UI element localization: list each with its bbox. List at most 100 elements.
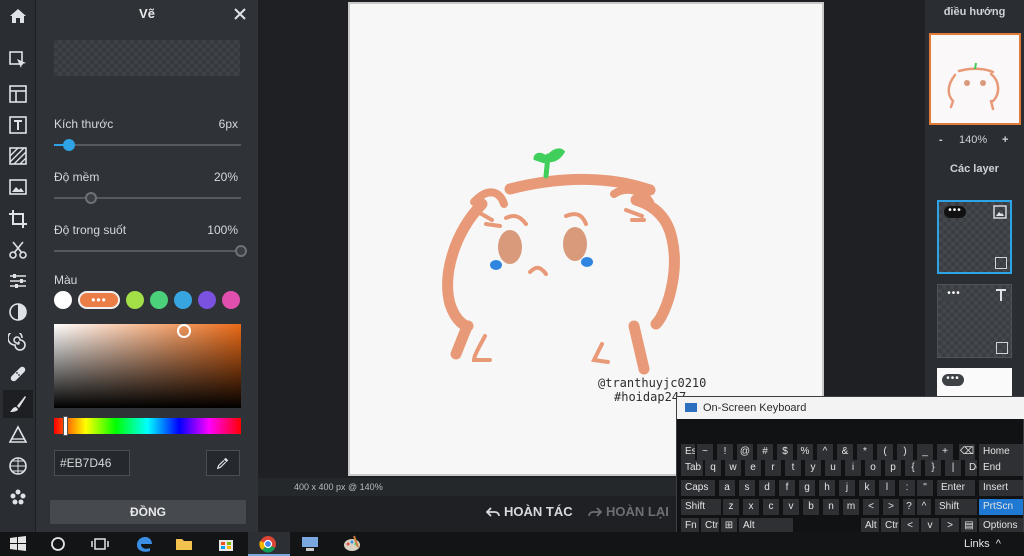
hex-color-input[interactable] bbox=[54, 450, 130, 476]
size-slider[interactable] bbox=[54, 139, 241, 151]
windows-start-icon[interactable] bbox=[8, 535, 28, 553]
keyboard-key[interactable]: } bbox=[925, 460, 941, 476]
layer-menu-button[interactable]: ••• bbox=[943, 289, 965, 301]
eyedropper-icon[interactable] bbox=[206, 450, 240, 476]
color-swatch[interactable] bbox=[150, 291, 168, 309]
layer-visibility-checkbox[interactable] bbox=[995, 257, 1007, 269]
keyboard-key[interactable]: s bbox=[739, 480, 755, 496]
keyboard-key[interactable]: v bbox=[783, 499, 799, 515]
file-explorer-icon[interactable] bbox=[174, 535, 194, 553]
keyboard-key[interactable]: j bbox=[839, 480, 855, 496]
keyboard-key[interactable]: Del bbox=[965, 460, 977, 476]
paint-palette-icon[interactable] bbox=[342, 535, 362, 553]
keyboard-key[interactable]: c bbox=[763, 499, 779, 515]
keyboard-key[interactable]: | bbox=[945, 460, 961, 476]
keyboard-key[interactable]: x bbox=[743, 499, 759, 515]
keyboard-key[interactable]: Tab bbox=[681, 460, 703, 476]
keyboard-key[interactable]: g bbox=[799, 480, 815, 496]
keyboard-key[interactable]: Home bbox=[979, 444, 1023, 460]
search-circle-icon[interactable] bbox=[48, 535, 68, 553]
keyboard-key[interactable]: & bbox=[837, 444, 853, 460]
softness-slider[interactable] bbox=[54, 192, 241, 204]
color-swatch[interactable] bbox=[222, 291, 240, 309]
keyboard-key[interactable]: ~ bbox=[697, 444, 713, 460]
keyboard-key[interactable]: ^ bbox=[817, 444, 833, 460]
keyboard-key[interactable]: y bbox=[805, 460, 821, 476]
keyboard-key[interactable]: > bbox=[883, 499, 899, 515]
opacity-slider[interactable] bbox=[54, 245, 247, 257]
keyboard-key[interactable]: o bbox=[865, 460, 881, 476]
keyboard-key[interactable]: b bbox=[803, 499, 819, 515]
layer-menu-button[interactable]: ••• bbox=[942, 374, 964, 386]
cutout-scissors-icon[interactable] bbox=[3, 236, 33, 264]
heal-bandage-icon[interactable] bbox=[3, 360, 33, 388]
task-view-icon[interactable] bbox=[90, 535, 110, 553]
keyboard-key[interactable]: < bbox=[863, 499, 879, 515]
layout-icon[interactable] bbox=[3, 80, 33, 108]
keyboard-key[interactable]: : bbox=[899, 480, 915, 496]
keyboard-key[interactable]: PrtScn bbox=[979, 499, 1023, 515]
keyboard-key[interactable]: Caps bbox=[681, 480, 715, 496]
computer-monitor-icon[interactable] bbox=[300, 535, 320, 553]
chevron-up-icon[interactable]: ^ bbox=[993, 538, 1001, 550]
keyboard-key[interactable]: " bbox=[917, 480, 933, 496]
keyboard-key[interactable]: # bbox=[757, 444, 773, 460]
draw-brush-icon[interactable] bbox=[3, 390, 33, 418]
keyboard-key[interactable]: i bbox=[845, 460, 861, 476]
keyboard-key[interactable]: h bbox=[819, 480, 835, 496]
done-button[interactable]: ĐỒNG bbox=[50, 500, 246, 524]
zoom-out-button[interactable]: - bbox=[939, 134, 943, 146]
redo-button[interactable]: HOÀN LẠI bbox=[588, 504, 669, 519]
keyboard-key[interactable]: $ bbox=[777, 444, 793, 460]
keyboard-key[interactable]: * bbox=[857, 444, 873, 460]
keyboard-key[interactable]: { bbox=[905, 460, 921, 476]
color-picker-knob[interactable] bbox=[177, 324, 191, 338]
color-swatch[interactable] bbox=[198, 291, 216, 309]
links-toolbar[interactable]: Links ^ bbox=[964, 538, 1001, 550]
layer-menu-button[interactable]: ••• bbox=[944, 206, 966, 218]
keyboard-key[interactable]: e bbox=[745, 460, 761, 476]
navigator-thumbnail[interactable] bbox=[929, 33, 1021, 125]
sticker-icon[interactable] bbox=[3, 483, 33, 511]
layer-background[interactable]: ••• bbox=[937, 368, 1012, 396]
keyboard-key[interactable]: ? bbox=[903, 499, 915, 515]
keyboard-key[interactable]: u bbox=[825, 460, 841, 476]
liquify-swirl-icon[interactable] bbox=[3, 329, 33, 357]
keyboard-key[interactable]: % bbox=[797, 444, 813, 460]
store-icon[interactable] bbox=[216, 535, 236, 553]
keyboard-key[interactable]: r bbox=[765, 460, 781, 476]
crop-icon[interactable] bbox=[3, 205, 33, 233]
pattern-grid-icon[interactable] bbox=[3, 452, 33, 480]
keyboard-key[interactable]: m bbox=[843, 499, 859, 515]
keyboard-key[interactable]: Shift bbox=[935, 499, 977, 515]
keyboard-key[interactable]: d bbox=[759, 480, 775, 496]
keyboard-key[interactable]: ) bbox=[897, 444, 913, 460]
adjust-sliders-icon[interactable] bbox=[3, 267, 33, 295]
select-arrow-icon[interactable] bbox=[3, 46, 33, 74]
keyboard-key[interactable]: k bbox=[859, 480, 875, 496]
shape-triangle-icon[interactable] bbox=[3, 421, 33, 449]
keyboard-key[interactable]: ! bbox=[717, 444, 733, 460]
home-icon[interactable] bbox=[3, 2, 33, 30]
keyboard-key[interactable]: n bbox=[823, 499, 839, 515]
keyboard-key[interactable]: w bbox=[725, 460, 741, 476]
keyboard-key[interactable]: @ bbox=[737, 444, 753, 460]
keyboard-titlebar[interactable]: On-Screen Keyboard bbox=[677, 397, 1024, 419]
opacity-slider-knob[interactable] bbox=[235, 245, 247, 257]
keyboard-key[interactable]: End bbox=[979, 460, 1023, 476]
keyboard-key[interactable]: ^ bbox=[917, 499, 931, 515]
color-swatch[interactable] bbox=[54, 291, 72, 309]
keyboard-key[interactable]: ⌫ bbox=[959, 444, 975, 460]
hue-slider-knob[interactable] bbox=[63, 416, 68, 436]
hue-slider[interactable] bbox=[54, 416, 241, 436]
color-swatch[interactable] bbox=[174, 291, 192, 309]
keyboard-key[interactable]: a bbox=[719, 480, 735, 496]
color-saturation-picker[interactable] bbox=[54, 324, 241, 408]
keyboard-key[interactable]: Enter bbox=[937, 480, 975, 496]
texture-icon[interactable] bbox=[3, 142, 33, 170]
keyboard-key[interactable]: + bbox=[937, 444, 953, 460]
keyboard-key[interactable]: _ bbox=[917, 444, 933, 460]
image-icon[interactable] bbox=[3, 173, 33, 201]
keyboard-key[interactable]: t bbox=[785, 460, 801, 476]
keyboard-key[interactable]: Esc bbox=[681, 444, 695, 460]
